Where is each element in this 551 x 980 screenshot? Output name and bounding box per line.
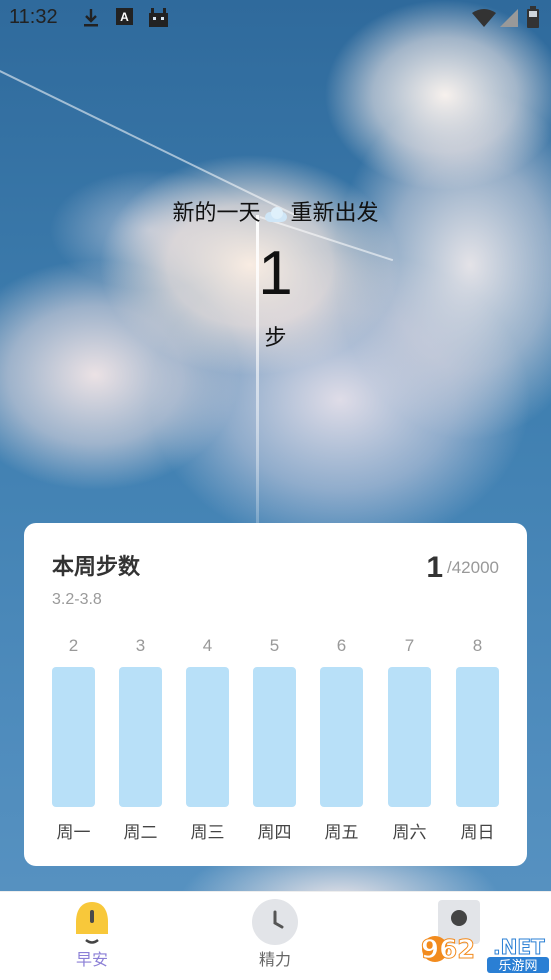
download-icon [84, 9, 98, 27]
weekly-goal: /42000 [447, 558, 499, 577]
bell-icon [76, 902, 108, 944]
day-column: 8 周日 [456, 636, 499, 843]
date-range: 3.2-3.8 [52, 591, 102, 608]
day-date: 3 [135, 636, 146, 655]
svg-text:乐游网: 乐游网 [498, 959, 537, 974]
battery-icon [527, 6, 539, 28]
day-column: 3 周二 [119, 636, 162, 843]
weekly-bar-chart: 2 周一 3 周二 4 周三 5 周四 6 周五 7 周六 8 周日 [52, 636, 499, 846]
day-column: 6 周五 [320, 636, 363, 843]
signal-icon [500, 9, 518, 27]
day-bar [456, 667, 499, 807]
day-label: 周四 [257, 823, 292, 843]
cloud-icon [263, 206, 289, 222]
nav-item-morning[interactable]: 早安 [32, 892, 152, 980]
font-a-icon: A [116, 8, 133, 25]
status-time: 11:32 [9, 6, 58, 28]
day-date: 8 [472, 636, 483, 655]
day-bar [388, 667, 431, 807]
day-label: 周日 [460, 823, 495, 843]
card-title: 本周步数 [52, 555, 141, 580]
nav-label: 早安 [75, 950, 108, 969]
site-watermark-logo: 962 .NET 乐游网 [421, 935, 549, 974]
day-date: 4 [202, 636, 213, 655]
wifi-icon [472, 9, 496, 27]
weekly-total: 1/42000 [426, 551, 499, 585]
day-label: 周二 [123, 823, 158, 843]
svg-text:A: A [120, 10, 129, 24]
day-bar [253, 667, 296, 807]
svg-text:962: 962 [421, 935, 475, 965]
day-date: 6 [336, 636, 347, 655]
step-unit: 步 [264, 326, 287, 351]
greeting-message: 新的一天 重新出发 [0, 195, 551, 227]
greeting-text-right: 重新出发 [290, 201, 379, 226]
greeting-text-left: 新的一天 [172, 201, 261, 226]
day-label: 周三 [190, 823, 225, 843]
day-column: 2 周一 [52, 636, 95, 843]
day-column: 4 周三 [186, 636, 229, 843]
day-date: 7 [404, 636, 415, 655]
day-label: 周六 [392, 823, 427, 843]
status-bar: 11:32 A [0, 0, 551, 38]
day-column: 7 周六 [388, 636, 431, 843]
day-bar [186, 667, 229, 807]
clock-icon [252, 899, 298, 945]
day-label: 周五 [324, 823, 359, 843]
day-bar [52, 667, 95, 807]
nav-label: 精力 [258, 950, 291, 969]
day-date: 5 [269, 636, 280, 655]
day-bar [320, 667, 363, 807]
android-icon [149, 8, 168, 27]
weekly-steps-card: 本周步数 3.2-3.8 1/42000 2 周一 3 周二 4 周三 5 周四… [24, 523, 527, 866]
day-bar [119, 667, 162, 807]
step-count: 1 [258, 239, 293, 308]
nav-item-energy[interactable]: 精力 [215, 892, 335, 980]
day-column: 5 周四 [253, 636, 296, 843]
day-date: 2 [68, 636, 79, 655]
day-label: 周一 [56, 823, 91, 843]
svg-text:.NET: .NET [493, 935, 545, 959]
weekly-current-steps: 1 [426, 551, 443, 584]
